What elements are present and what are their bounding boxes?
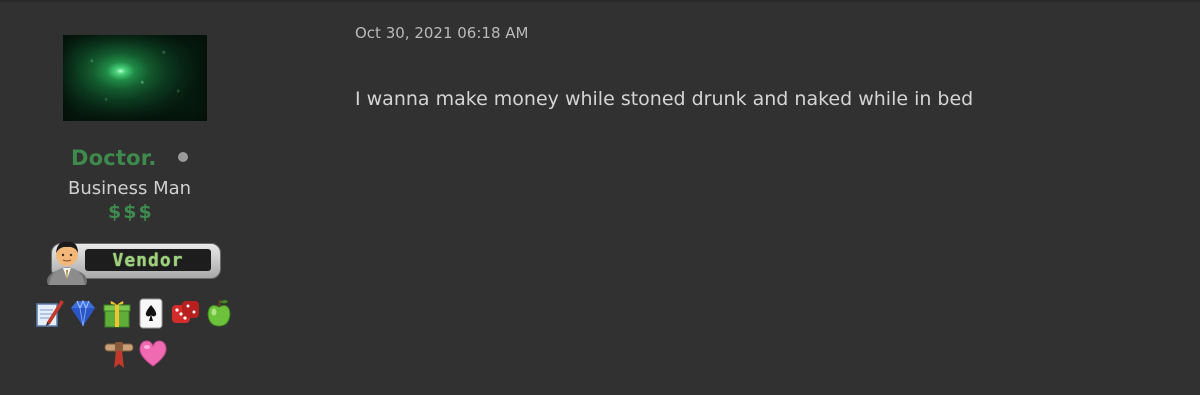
pink-ribbon-award-icon[interactable] [103, 336, 135, 370]
user-rank: $$$ [108, 201, 154, 223]
awards-row [103, 336, 169, 370]
avatar[interactable] [63, 35, 207, 121]
diamond-award-icon[interactable] [67, 296, 99, 330]
post-date: Oct 30, 2021 06:18 AM [355, 24, 529, 42]
vendor-badge-label: Vendor [112, 249, 184, 271]
awards-row [33, 296, 235, 330]
forum-post: Doctor. Business Man $$$ Vendor Oct 30, … [0, 0, 1200, 395]
username-link[interactable]: Doctor. [71, 146, 157, 170]
user-title: Business Man [68, 178, 192, 199]
ace-of-spades-award-icon[interactable] [135, 296, 167, 330]
vendor-badge: Vendor [45, 235, 221, 285]
vendor-badge-plate: Vendor [85, 249, 211, 271]
dice-award-icon[interactable] [169, 296, 201, 330]
gift-award-icon[interactable] [101, 296, 133, 330]
green-apple-award-icon[interactable] [203, 296, 235, 330]
writing-award-icon[interactable] [33, 296, 65, 330]
businessman-icon [47, 241, 87, 285]
pink-heart-award-icon[interactable] [137, 336, 169, 370]
online-status-icon [178, 152, 188, 162]
avatar-image [63, 35, 207, 121]
post-body: I wanna make money while stoned drunk an… [355, 88, 974, 110]
